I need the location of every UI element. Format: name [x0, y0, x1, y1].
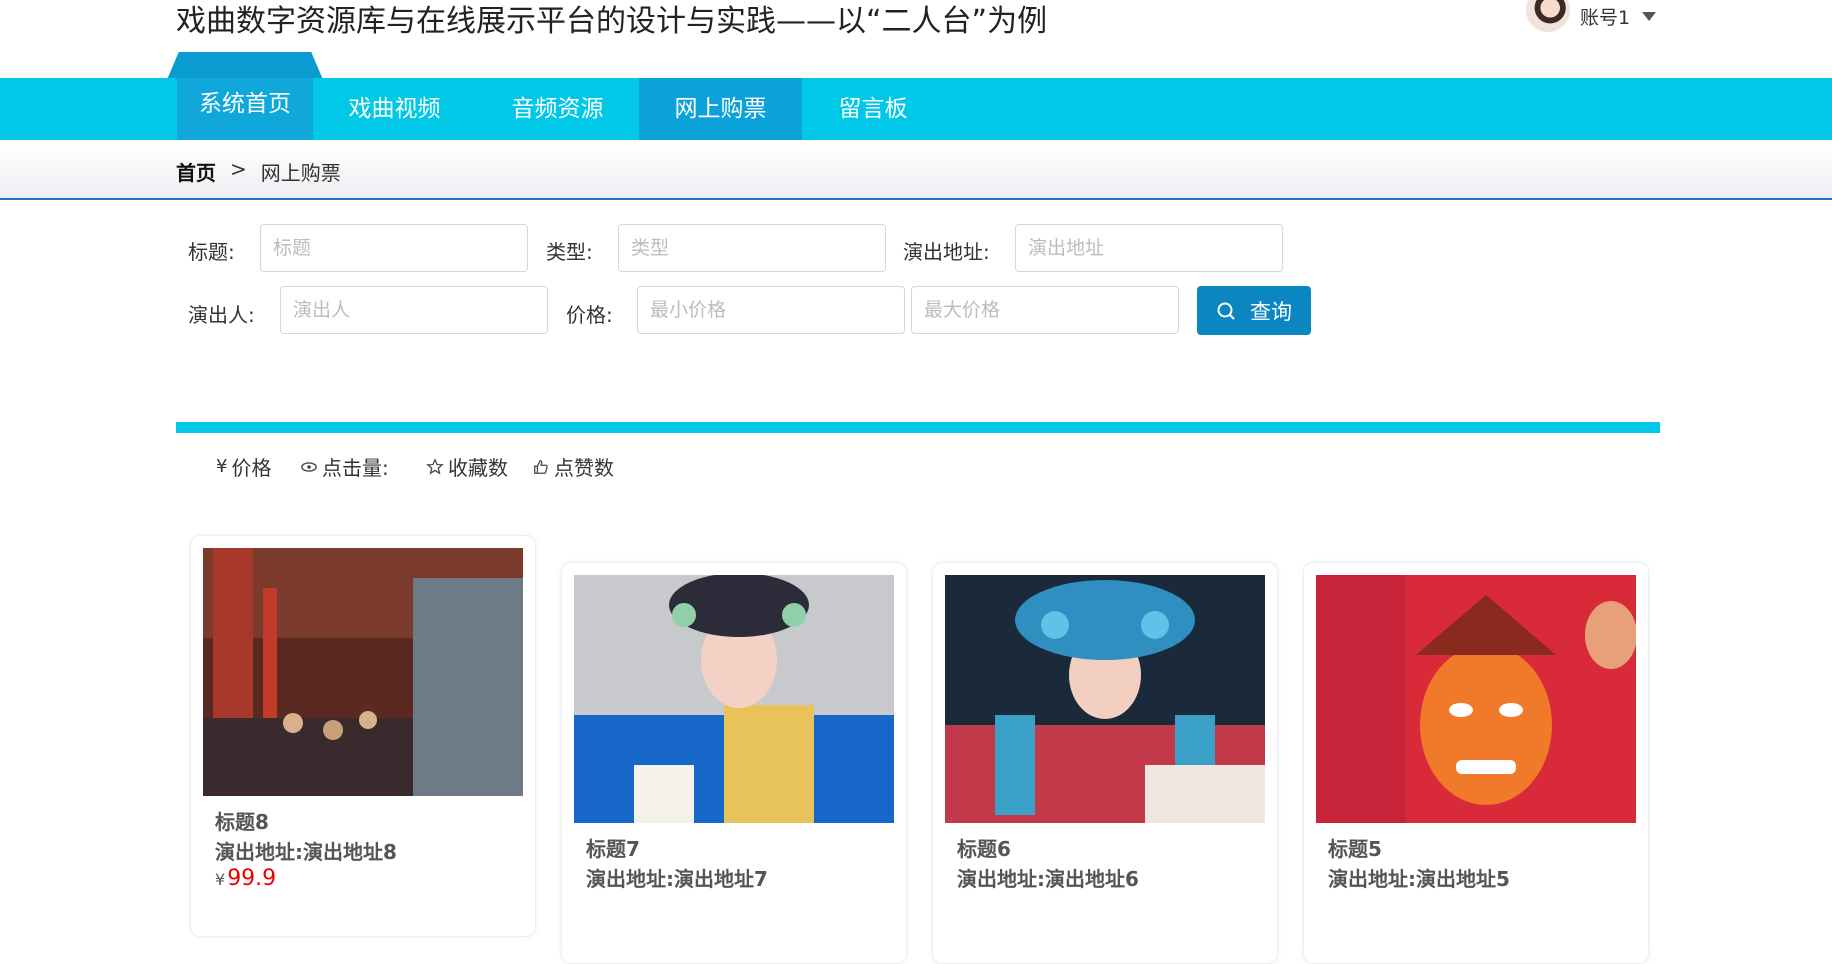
sort-likes-label: 点赞数: [554, 456, 614, 480]
search-button[interactable]: 查询: [1197, 286, 1311, 335]
sort-price-label: 价格: [231, 456, 272, 480]
title-label: 标题:: [188, 240, 235, 264]
type-input[interactable]: [618, 224, 886, 272]
card-title: 标题5: [1328, 837, 1382, 861]
star-icon: [426, 457, 444, 475]
search-icon: [1217, 302, 1235, 320]
account-name[interactable]: 账号1: [1580, 3, 1630, 30]
breadcrumb-current: 网上购票: [260, 161, 341, 185]
min-price-input[interactable]: [637, 286, 905, 334]
sort-clicks[interactable]: 点击量:: [300, 452, 389, 481]
nav-item-audio[interactable]: 音频资源: [476, 78, 639, 140]
sort-clicks-label: 点击量:: [322, 456, 389, 480]
site-title: 戏曲数字资源库与在线展示平台的设计与实践——以“二人台”为例: [176, 4, 1048, 39]
breadcrumb-home[interactable]: 首页: [176, 157, 216, 186]
card-title: 标题8: [215, 810, 269, 834]
breadcrumb-separator: >: [230, 157, 247, 181]
sort-favorites[interactable]: 收藏数: [426, 452, 508, 481]
address-label: 演出地址:: [903, 240, 990, 264]
avatar[interactable]: [1526, 0, 1570, 32]
card-address: 演出地址:演出地址8: [215, 840, 397, 864]
breadcrumb: 首页 > 网上购票: [176, 157, 341, 186]
account-menu[interactable]: 账号1: [1526, 0, 1657, 32]
ticket-card[interactable]: 标题6 演出地址:演出地址6: [932, 562, 1278, 964]
yen-symbol: ¥: [215, 870, 226, 889]
performer-label: 演出人:: [188, 303, 255, 327]
sort-likes[interactable]: 点赞数: [532, 452, 614, 481]
nav-item-home[interactable]: 系统首页: [177, 66, 313, 128]
max-price-input[interactable]: [911, 286, 1179, 334]
chevron-down-icon[interactable]: [1642, 11, 1657, 21]
card-price-value: 99.9: [227, 866, 277, 891]
card-image[interactable]: [574, 575, 894, 823]
sort-favorites-label: 收藏数: [448, 456, 508, 480]
nav-item-tickets[interactable]: 网上购票: [639, 78, 802, 140]
card-title: 标题6: [957, 837, 1011, 861]
ticket-card[interactable]: 标题5 演出地址:演出地址5: [1303, 562, 1649, 964]
card-title: 标题7: [586, 837, 640, 861]
title-input[interactable]: [260, 224, 528, 272]
performer-input[interactable]: [280, 286, 548, 334]
eye-icon: [301, 461, 317, 472]
card-image[interactable]: [945, 575, 1265, 823]
card-image[interactable]: [1316, 575, 1636, 823]
nav-item-guestbook[interactable]: 留言板: [802, 78, 944, 140]
ticket-card[interactable]: 标题8 演出地址:演出地址8 ¥99.9: [190, 535, 536, 937]
address-input[interactable]: [1015, 224, 1283, 272]
card-image[interactable]: [203, 548, 523, 796]
thumbs-up-icon: [534, 459, 548, 474]
search-button-label: 查询: [1250, 299, 1292, 324]
section-divider: [176, 422, 1660, 433]
yen-icon: ¥: [216, 456, 228, 477]
card-price: ¥99.9: [215, 866, 276, 891]
price-label: 价格:: [566, 303, 613, 327]
sort-price[interactable]: ¥ 价格: [216, 452, 271, 481]
ticket-card[interactable]: 标题7 演出地址:演出地址7: [561, 562, 907, 964]
nav-item-opera-video[interactable]: 戏曲视频: [313, 78, 476, 140]
type-label: 类型:: [546, 240, 593, 264]
